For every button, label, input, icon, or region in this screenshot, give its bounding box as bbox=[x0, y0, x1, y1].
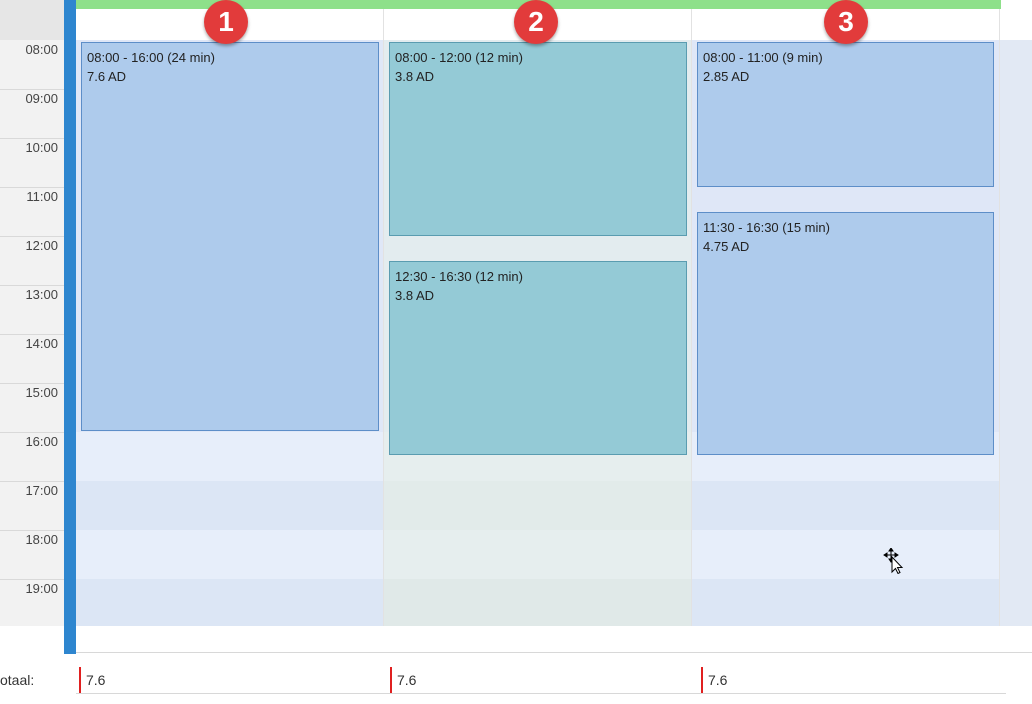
time-label: 17:00 bbox=[25, 483, 58, 498]
event-value: 2.85 AD bbox=[703, 69, 750, 84]
hour-line bbox=[0, 236, 64, 237]
column-badge: 1 bbox=[204, 0, 248, 44]
column-badge: 3 bbox=[824, 0, 868, 44]
total-marker bbox=[79, 667, 81, 693]
event-time: 12:30 - 16:30 (12 min) bbox=[395, 269, 523, 284]
hour-line bbox=[0, 383, 64, 384]
hour-slot[interactable] bbox=[76, 530, 383, 579]
hour-slot[interactable] bbox=[692, 530, 999, 579]
event-time: 08:00 - 11:00 (9 min) bbox=[703, 50, 823, 65]
time-label: 19:00 bbox=[25, 581, 58, 596]
hour-slot[interactable] bbox=[76, 481, 383, 530]
event-value: 3.8 AD bbox=[395, 288, 435, 303]
event-block[interactable]: 11:30 - 16:30 (15 min) 4.75 AD bbox=[697, 212, 994, 455]
hour-line bbox=[0, 89, 64, 90]
time-label: 08:00 bbox=[25, 42, 58, 57]
event-value: 3.8 AD bbox=[395, 69, 435, 84]
totals-label: otaal: bbox=[0, 672, 35, 688]
hour-slot[interactable] bbox=[384, 530, 691, 579]
hour-slot[interactable] bbox=[692, 481, 999, 530]
hour-slot[interactable] bbox=[76, 579, 383, 626]
total-value: 7.6 bbox=[397, 672, 417, 688]
hour-line bbox=[0, 187, 64, 188]
time-label: 18:00 bbox=[25, 532, 58, 547]
hour-line bbox=[0, 481, 64, 482]
time-label: 16:00 bbox=[25, 434, 58, 449]
hour-line bbox=[0, 138, 64, 139]
time-label: 12:00 bbox=[25, 238, 58, 253]
time-column-header bbox=[0, 0, 64, 41]
hour-slot[interactable] bbox=[384, 481, 691, 530]
hour-slot[interactable] bbox=[692, 579, 999, 626]
total-cell: 7.6 bbox=[701, 667, 1001, 693]
hour-line bbox=[0, 530, 64, 531]
event-value: 4.75 AD bbox=[703, 239, 750, 254]
total-marker bbox=[390, 667, 392, 693]
column-badge: 2 bbox=[514, 0, 558, 44]
hour-slot[interactable] bbox=[76, 432, 383, 481]
day-column-overflow bbox=[1000, 40, 1032, 626]
event-time: 08:00 - 16:00 (24 min) bbox=[87, 50, 215, 65]
move-cursor-icon bbox=[883, 548, 904, 574]
event-block[interactable]: 08:00 - 16:00 (24 min) 7.6 AD bbox=[81, 42, 379, 431]
divider bbox=[76, 652, 1032, 653]
time-divider bbox=[64, 0, 76, 654]
total-marker bbox=[701, 667, 703, 693]
hour-line bbox=[0, 285, 64, 286]
hour-line bbox=[0, 432, 64, 433]
event-value: 7.6 AD bbox=[87, 69, 127, 84]
time-column: 08:00 09:00 10:00 11:00 12:00 13:00 14:0… bbox=[0, 40, 64, 626]
time-label: 10:00 bbox=[25, 140, 58, 155]
time-label: 09:00 bbox=[25, 91, 58, 106]
divider bbox=[76, 693, 1006, 694]
total-cell: 7.6 bbox=[390, 667, 690, 693]
time-label: 14:00 bbox=[25, 336, 58, 351]
event-time: 08:00 - 12:00 (12 min) bbox=[395, 50, 523, 65]
event-block[interactable]: 12:30 - 16:30 (12 min) 3.8 AD bbox=[389, 261, 687, 455]
time-label: 11:00 bbox=[26, 189, 58, 204]
hour-line bbox=[0, 334, 64, 335]
total-cell: 7.6 bbox=[79, 667, 379, 693]
column-header-overflow bbox=[1000, 9, 1032, 41]
hour-line bbox=[0, 579, 64, 580]
event-block[interactable]: 08:00 - 12:00 (12 min) 3.8 AD bbox=[389, 42, 687, 236]
hour-slot[interactable] bbox=[384, 579, 691, 626]
event-time: 11:30 - 16:30 (15 min) bbox=[703, 220, 830, 235]
total-value: 7.6 bbox=[86, 672, 106, 688]
time-label: 15:00 bbox=[25, 385, 58, 400]
total-value: 7.6 bbox=[708, 672, 728, 688]
time-label: 13:00 bbox=[25, 287, 58, 302]
event-block[interactable]: 08:00 - 11:00 (9 min) 2.85 AD bbox=[697, 42, 994, 187]
